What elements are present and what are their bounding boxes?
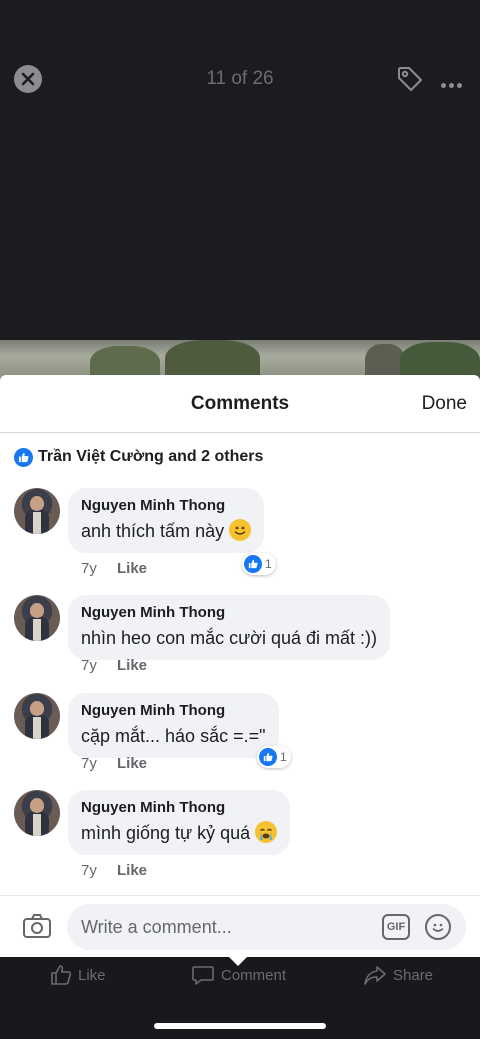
comment-age: 7y xyxy=(81,657,97,674)
comment-like-link[interactable]: Like xyxy=(117,755,147,772)
thumbs-up-icon xyxy=(51,965,72,985)
comment-like-link[interactable]: Like xyxy=(117,657,147,674)
comment-text: anh thích tấm này xyxy=(81,521,225,541)
comment-bubble-icon xyxy=(192,966,214,985)
avatar[interactable] xyxy=(14,693,60,739)
emoji-icon[interactable] xyxy=(425,914,451,940)
comment-meta: 7y Like xyxy=(81,560,147,577)
comment-text: mình giống tự kỷ quá xyxy=(81,823,251,843)
avatar[interactable] xyxy=(14,488,60,534)
more-icon[interactable] xyxy=(441,75,465,88)
comment-like-link[interactable]: Like xyxy=(117,862,147,879)
tag-icon[interactable] xyxy=(395,64,425,94)
like-label: Like xyxy=(78,966,106,984)
reaction-count: 1 xyxy=(280,750,287,764)
avatar[interactable] xyxy=(14,790,60,836)
comment-composer: GIF xyxy=(0,895,480,957)
like-reaction-icon xyxy=(259,748,277,766)
comment-author[interactable]: Nguyen Minh Thong xyxy=(81,496,251,516)
comment-meta: 7y Like xyxy=(81,862,147,879)
likes-summary[interactable]: Trần Việt Cường and 2 others xyxy=(14,445,263,469)
comment-author[interactable]: Nguyen Minh Thong xyxy=(81,701,266,721)
sheet-header: Comments Done xyxy=(0,375,480,433)
comment-age: 7y xyxy=(81,755,97,772)
comment-item: Nguyen Minh Thong mình giống tự kỷ quá 7… xyxy=(14,790,474,880)
share-label: Share xyxy=(393,966,434,984)
comment-age: 7y xyxy=(81,560,97,577)
comment-text: nhìn heo con mắc cười quá đi mất :)) xyxy=(81,628,377,648)
loudly-crying-face-icon xyxy=(255,821,278,843)
comment-meta: 7y Like xyxy=(81,755,147,772)
reaction-count: 1 xyxy=(265,557,272,571)
share-button[interactable]: Share xyxy=(363,964,433,986)
comments-sheet: Comments Done Trần Việt Cường and 2 othe… xyxy=(0,375,480,957)
comment-author[interactable]: Nguyen Minh Thong xyxy=(81,798,277,818)
sheet-title: Comments xyxy=(190,393,290,414)
avatar[interactable] xyxy=(14,595,60,641)
comment-text: cặp mắt... háo sắc =.=" xyxy=(81,726,266,746)
comment-bubble[interactable]: Nguyen Minh Thong cặp mắt... háo sắc =.=… xyxy=(68,693,279,758)
photo-preview xyxy=(0,340,480,380)
done-button[interactable]: Done xyxy=(422,393,467,415)
comment-item: Nguyen Minh Thong cặp mắt... háo sắc =.=… xyxy=(14,693,474,773)
comment-label: Comment xyxy=(221,966,287,984)
comment-bubble[interactable]: Nguyen Minh Thong nhìn heo con mắc cười … xyxy=(68,595,390,660)
share-arrow-icon xyxy=(364,966,386,985)
slightly-smiling-face-icon xyxy=(229,519,252,541)
camera-icon[interactable] xyxy=(22,912,52,940)
like-reaction-icon xyxy=(14,447,33,467)
home-indicator[interactable] xyxy=(154,1023,326,1029)
gif-button[interactable]: GIF xyxy=(382,914,410,940)
comment-item: Nguyen Minh Thong nhìn heo con mắc cười … xyxy=(14,595,474,675)
comment-meta: 7y Like xyxy=(81,657,147,674)
like-button[interactable]: Like xyxy=(50,964,106,986)
comment-item: Nguyen Minh Thong anh thích tấm này 1 7y… xyxy=(14,488,474,578)
comment-bubble[interactable]: Nguyen Minh Thong anh thích tấm này xyxy=(68,488,265,553)
likes-summary-text: Trần Việt Cường and 2 others xyxy=(38,448,264,465)
like-reaction-icon xyxy=(244,555,262,573)
comment-like-link[interactable]: Like xyxy=(117,560,147,577)
photo-actions: Like Comment Share xyxy=(0,960,480,1000)
comment-button[interactable]: Comment xyxy=(191,964,286,986)
reaction-badge[interactable]: 1 xyxy=(257,746,291,768)
comment-bubble[interactable]: Nguyen Minh Thong mình giống tự kỷ quá xyxy=(68,790,291,855)
reaction-badge[interactable]: 1 xyxy=(242,553,276,575)
comment-age: 7y xyxy=(81,862,97,879)
comment-author[interactable]: Nguyen Minh Thong xyxy=(81,603,377,623)
photo-viewer: 11 of 26 xyxy=(0,0,480,340)
